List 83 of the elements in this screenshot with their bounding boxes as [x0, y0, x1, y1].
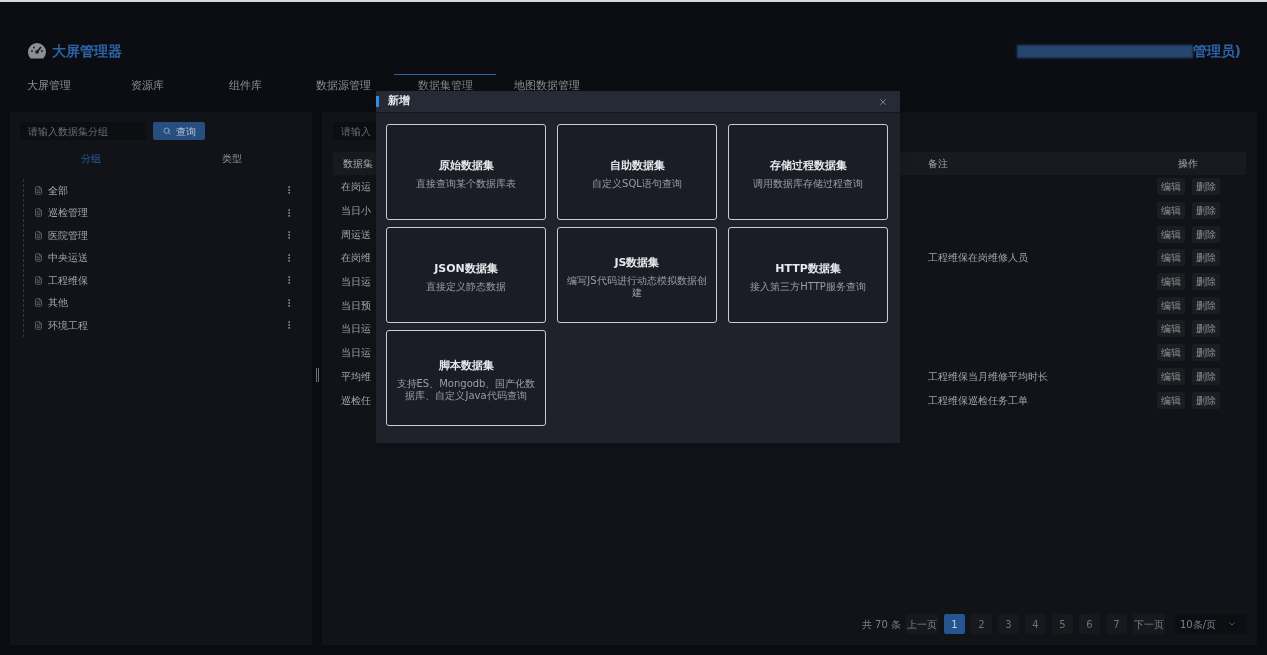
file-icon [34, 298, 43, 308]
dialog-title: 新增 [388, 93, 411, 110]
table-cell: 当日运 [341, 347, 371, 359]
splitter-handle[interactable] [314, 368, 320, 382]
dataset-type-card[interactable]: 原始数据集 直接查询某个数据库表 [386, 124, 546, 220]
nav-tab[interactable]: 大屏管理 [2, 74, 96, 94]
page-button[interactable]: 7 [1106, 614, 1127, 634]
edit-button[interactable]: 编辑 [1156, 225, 1185, 243]
tree-item[interactable]: 其他 [48, 295, 284, 311]
group-search-field[interactable]: 请输入数据集分组 [20, 122, 146, 140]
tree-item[interactable]: 工程维保 [48, 272, 284, 288]
column-header: 数据集 [343, 158, 373, 169]
tree-item[interactable]: 环境工程 [48, 317, 284, 333]
dataset-type-card[interactable]: HTTP数据集 接入第三方HTTP服务查询 [728, 227, 888, 323]
table-cell: 当日运 [341, 276, 371, 288]
page-size-select[interactable]: 10条/页 [1174, 614, 1246, 634]
table-cell: 周运送 [341, 228, 371, 240]
tree-item[interactable]: 巡检管理 [48, 205, 284, 221]
edit-button[interactable]: 编辑 [1156, 178, 1185, 196]
delete-button[interactable]: 删除 [1191, 296, 1220, 314]
edit-button[interactable]: 编辑 [1156, 202, 1185, 220]
edit-button[interactable]: 编辑 [1156, 273, 1185, 291]
page-button[interactable]: 6 [1079, 614, 1100, 634]
delete-button[interactable]: 删除 [1191, 273, 1220, 291]
dataset-type-card[interactable]: 自助数据集 自定义SQL语句查询 [557, 124, 717, 220]
delete-button[interactable]: 删除 [1191, 391, 1220, 409]
file-icon [34, 230, 43, 240]
dataset-type-card[interactable]: JSON数据集 直接定义静态数据 [386, 227, 546, 323]
table-cell: 当日运 [341, 323, 371, 335]
edit-button[interactable]: 编辑 [1156, 391, 1185, 409]
chevron-down-icon [1228, 620, 1236, 628]
panel-tab[interactable]: 分组 [20, 150, 161, 166]
gauge-icon [27, 42, 47, 60]
tree-item[interactable]: 医院管理 [48, 227, 284, 243]
table-cell: 当日预 [341, 299, 371, 311]
file-icon [34, 185, 43, 195]
tree-item[interactable]: 中央运送 [48, 250, 284, 266]
table-cell: 工程维保巡检任务工单 [928, 394, 1028, 406]
table-cell: 平均维 [341, 370, 371, 382]
dataset-type-card[interactable]: 脚本数据集 支持ES、Mongodb、国产化数据库、自定义Java代码查询 [386, 330, 546, 426]
file-icon [34, 253, 43, 263]
delete-button[interactable]: 删除 [1191, 367, 1220, 385]
edit-button[interactable]: 编辑 [1156, 344, 1185, 362]
table-cell: 巡检任 [341, 394, 371, 406]
table-cell: 工程维保当月维修平均时长 [928, 370, 1048, 382]
delete-button[interactable]: 删除 [1191, 344, 1220, 362]
search-button[interactable]: 查询 [153, 122, 205, 140]
nav-tab[interactable]: 数据源管理 [296, 74, 390, 94]
panel-tab[interactable]: 类型 [161, 150, 302, 166]
page-button[interactable]: 1 [944, 614, 965, 634]
dataset-type-card[interactable]: JS数据集 编写JS代码进行动态模拟数据创建 [557, 227, 717, 323]
column-header: 备注 [928, 158, 948, 169]
dataset-type-card[interactable]: 存储过程数据集 调用数据库存储过程查询 [728, 124, 888, 220]
file-icon [34, 320, 43, 330]
page-button[interactable]: 3 [998, 614, 1019, 634]
total-count: 共 70 条 [861, 617, 901, 632]
table-cell: 在岗维 [341, 252, 371, 264]
page-button[interactable]: 2 [971, 614, 992, 634]
search-icon [162, 127, 171, 135]
delete-button[interactable]: 删除 [1191, 320, 1220, 338]
delete-button[interactable]: 删除 [1191, 225, 1220, 243]
tree-item[interactable]: 全部 [48, 182, 284, 198]
close-icon[interactable] [878, 96, 888, 107]
file-icon [34, 208, 43, 218]
edit-button[interactable]: 编辑 [1156, 367, 1185, 385]
page-button[interactable]: 4 [1025, 614, 1046, 634]
delete-button[interactable]: 删除 [1191, 249, 1220, 267]
nav-tab[interactable]: 地图数据管理 [500, 74, 594, 94]
page-button[interactable]: 5 [1052, 614, 1073, 634]
app-title: 大屏管理器 [52, 41, 122, 61]
user-role: 管理员) [1192, 41, 1241, 61]
table-cell: 在岗运 [341, 181, 371, 193]
delete-button[interactable]: 删除 [1191, 202, 1220, 220]
edit-button[interactable]: 编辑 [1156, 249, 1185, 267]
table-cell: 当日小 [341, 205, 371, 217]
file-icon [34, 275, 43, 285]
delete-button[interactable]: 删除 [1191, 178, 1220, 196]
edit-button[interactable]: 编辑 [1156, 296, 1185, 314]
edit-button[interactable]: 编辑 [1156, 320, 1185, 338]
table-cell: 工程维保在岗维修人员 [928, 252, 1028, 264]
column-header: 操作 [1178, 157, 1198, 171]
nav-tab[interactable]: 资源库 [100, 74, 194, 94]
nav-tab[interactable]: 组件库 [198, 74, 292, 94]
